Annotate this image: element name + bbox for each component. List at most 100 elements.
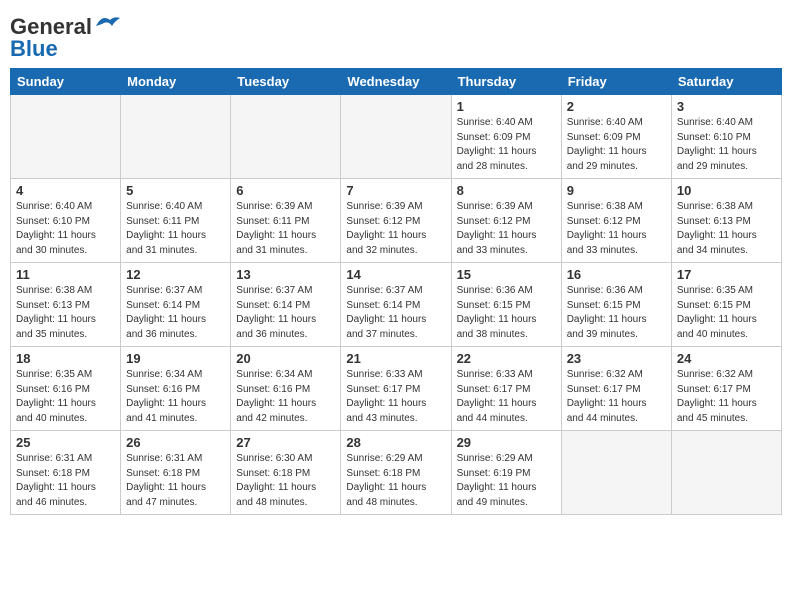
calendar-day-cell: 13Sunrise: 6:37 AM Sunset: 6:14 PM Dayli… [231, 263, 341, 347]
calendar-col-header: Wednesday [341, 69, 451, 95]
calendar-week-row: 25 Sunrise: 6:31 AM Sunset: 6:18 PM Dayli… [11, 431, 782, 515]
day-info: Sunrise: 6:32 AM Sunset: 6:17 PM Dayligh… [567, 368, 666, 426]
day-info: Sunrise: 6:29 AM Sunset: 6:19 PM Dayligh… [457, 452, 556, 510]
day-number: 25 [16, 435, 115, 450]
calendar-day-cell: 24 Sunrise: 6:32 AM Sunset: 6:17 PM Dayli… [671, 347, 781, 431]
calendar-day-cell: 26 Sunrise: 6:31 AM Sunset: 6:18 PM Dayli… [121, 431, 231, 515]
calendar-col-header: Saturday [671, 69, 781, 95]
calendar-day-cell: 6 Sunrise: 6:39 AM Sunset: 6:11 PM Daylig… [231, 179, 341, 263]
day-info: Sunrise: 6:39 AM Sunset: 6:12 PM Dayligh… [457, 200, 556, 258]
calendar-day-cell: 28Sunrise: 6:29 AM Sunset: 6:18 PM Dayli… [341, 431, 451, 515]
page-header: General Blue [10, 10, 782, 62]
calendar-week-row: 4 Sunrise: 6:40 AM Sunset: 6:10 PM Daylig… [11, 179, 782, 263]
day-info: Sunrise: 6:40 AM Sunset: 6:09 PM Dayligh… [457, 116, 556, 174]
calendar-day-cell: 7 Sunrise: 6:39 AM Sunset: 6:12 PM Daylig… [341, 179, 451, 263]
calendar-day-cell: 27 Sunrise: 6:30 AM Sunset: 6:18 PM Dayli… [231, 431, 341, 515]
day-number: 29 [457, 435, 556, 450]
day-number: 5 [126, 183, 225, 198]
calendar-day-cell [561, 431, 671, 515]
calendar-day-cell: 3Sunrise: 6:40 AM Sunset: 6:10 PM Daylig… [671, 95, 781, 179]
day-number: 23 [567, 351, 666, 366]
day-info: Sunrise: 6:33 AM Sunset: 6:17 PM Dayligh… [457, 368, 556, 426]
calendar-day-cell: 4 Sunrise: 6:40 AM Sunset: 6:10 PM Daylig… [11, 179, 121, 263]
day-info: Sunrise: 6:40 AM Sunset: 6:10 PM Dayligh… [677, 116, 776, 174]
day-info: Sunrise: 6:37 AM Sunset: 6:14 PM Dayligh… [236, 284, 335, 342]
day-number: 22 [457, 351, 556, 366]
calendar-day-cell: 19Sunrise: 6:34 AM Sunset: 6:16 PM Dayli… [121, 347, 231, 431]
day-info: Sunrise: 6:29 AM Sunset: 6:18 PM Dayligh… [346, 452, 445, 510]
day-number: 21 [346, 351, 445, 366]
calendar-day-cell: 20 Sunrise: 6:34 AM Sunset: 6:16 PM Dayli… [231, 347, 341, 431]
calendar-day-cell: 5 Sunrise: 6:40 AM Sunset: 6:11 PM Daylig… [121, 179, 231, 263]
day-info: Sunrise: 6:32 AM Sunset: 6:17 PM Dayligh… [677, 368, 776, 426]
day-number: 7 [346, 183, 445, 198]
logo-blue-text: Blue [10, 36, 58, 62]
calendar-day-cell: 18 Sunrise: 6:35 AM Sunset: 6:16 PM Dayli… [11, 347, 121, 431]
day-info: Sunrise: 6:36 AM Sunset: 6:15 PM Dayligh… [567, 284, 666, 342]
calendar-day-cell: 25 Sunrise: 6:31 AM Sunset: 6:18 PM Dayli… [11, 431, 121, 515]
calendar-day-cell: 15Sunrise: 6:36 AM Sunset: 6:15 PM Dayli… [451, 263, 561, 347]
calendar-day-cell [121, 95, 231, 179]
day-info: Sunrise: 6:38 AM Sunset: 6:12 PM Dayligh… [567, 200, 666, 258]
day-number: 12 [126, 267, 225, 282]
day-number: 24 [677, 351, 776, 366]
day-number: 4 [16, 183, 115, 198]
day-number: 18 [16, 351, 115, 366]
calendar-col-header: Monday [121, 69, 231, 95]
calendar-day-cell: 1 Sunrise: 6:40 AM Sunset: 6:09 PM Daylig… [451, 95, 561, 179]
logo-bird-icon [94, 12, 120, 34]
day-number: 16 [567, 267, 666, 282]
calendar-col-header: Tuesday [231, 69, 341, 95]
calendar-day-cell [11, 95, 121, 179]
day-number: 8 [457, 183, 556, 198]
calendar-day-cell: 16 Sunrise: 6:36 AM Sunset: 6:15 PM Dayli… [561, 263, 671, 347]
calendar-day-cell [231, 95, 341, 179]
day-info: Sunrise: 6:40 AM Sunset: 6:09 PM Dayligh… [567, 116, 666, 174]
day-info: Sunrise: 6:35 AM Sunset: 6:15 PM Dayligh… [677, 284, 776, 342]
day-number: 1 [457, 99, 556, 114]
day-info: Sunrise: 6:35 AM Sunset: 6:16 PM Dayligh… [16, 368, 115, 426]
calendar-header-row: SundayMondayTuesdayWednesdayThursdayFrid… [11, 69, 782, 95]
day-number: 6 [236, 183, 335, 198]
day-number: 9 [567, 183, 666, 198]
day-number: 15 [457, 267, 556, 282]
day-info: Sunrise: 6:38 AM Sunset: 6:13 PM Dayligh… [677, 200, 776, 258]
calendar-week-row: 11Sunrise: 6:38 AM Sunset: 6:13 PM Dayli… [11, 263, 782, 347]
calendar-day-cell [341, 95, 451, 179]
day-info: Sunrise: 6:40 AM Sunset: 6:10 PM Dayligh… [16, 200, 115, 258]
day-info: Sunrise: 6:31 AM Sunset: 6:18 PM Dayligh… [126, 452, 225, 510]
calendar-day-cell: 17 Sunrise: 6:35 AM Sunset: 6:15 PM Dayli… [671, 263, 781, 347]
day-number: 14 [346, 267, 445, 282]
calendar-day-cell: 11Sunrise: 6:38 AM Sunset: 6:13 PM Dayli… [11, 263, 121, 347]
day-number: 26 [126, 435, 225, 450]
day-number: 10 [677, 183, 776, 198]
calendar-col-header: Sunday [11, 69, 121, 95]
day-info: Sunrise: 6:37 AM Sunset: 6:14 PM Dayligh… [346, 284, 445, 342]
day-number: 20 [236, 351, 335, 366]
calendar-day-cell: 2 Sunrise: 6:40 AM Sunset: 6:09 PM Daylig… [561, 95, 671, 179]
day-info: Sunrise: 6:30 AM Sunset: 6:18 PM Dayligh… [236, 452, 335, 510]
calendar-week-row: 18 Sunrise: 6:35 AM Sunset: 6:16 PM Dayli… [11, 347, 782, 431]
calendar-table: SundayMondayTuesdayWednesdayThursdayFrid… [10, 68, 782, 515]
calendar-col-header: Friday [561, 69, 671, 95]
day-number: 2 [567, 99, 666, 114]
day-info: Sunrise: 6:39 AM Sunset: 6:12 PM Dayligh… [346, 200, 445, 258]
day-info: Sunrise: 6:40 AM Sunset: 6:11 PM Dayligh… [126, 200, 225, 258]
calendar-day-cell: 9 Sunrise: 6:38 AM Sunset: 6:12 PM Daylig… [561, 179, 671, 263]
calendar-body: 1 Sunrise: 6:40 AM Sunset: 6:09 PM Daylig… [11, 95, 782, 515]
day-info: Sunrise: 6:31 AM Sunset: 6:18 PM Dayligh… [16, 452, 115, 510]
day-info: Sunrise: 6:39 AM Sunset: 6:11 PM Dayligh… [236, 200, 335, 258]
calendar-day-cell: 21 Sunrise: 6:33 AM Sunset: 6:17 PM Dayli… [341, 347, 451, 431]
logo: General Blue [10, 14, 120, 62]
calendar-week-row: 1 Sunrise: 6:40 AM Sunset: 6:09 PM Daylig… [11, 95, 782, 179]
day-info: Sunrise: 6:37 AM Sunset: 6:14 PM Dayligh… [126, 284, 225, 342]
calendar-day-cell: 10 Sunrise: 6:38 AM Sunset: 6:13 PM Dayli… [671, 179, 781, 263]
day-info: Sunrise: 6:34 AM Sunset: 6:16 PM Dayligh… [236, 368, 335, 426]
day-number: 11 [16, 267, 115, 282]
calendar-day-cell: 23 Sunrise: 6:32 AM Sunset: 6:17 PM Dayli… [561, 347, 671, 431]
day-number: 17 [677, 267, 776, 282]
day-number: 27 [236, 435, 335, 450]
day-info: Sunrise: 6:33 AM Sunset: 6:17 PM Dayligh… [346, 368, 445, 426]
day-info: Sunrise: 6:34 AM Sunset: 6:16 PM Dayligh… [126, 368, 225, 426]
calendar-day-cell: 29 Sunrise: 6:29 AM Sunset: 6:19 PM Dayli… [451, 431, 561, 515]
